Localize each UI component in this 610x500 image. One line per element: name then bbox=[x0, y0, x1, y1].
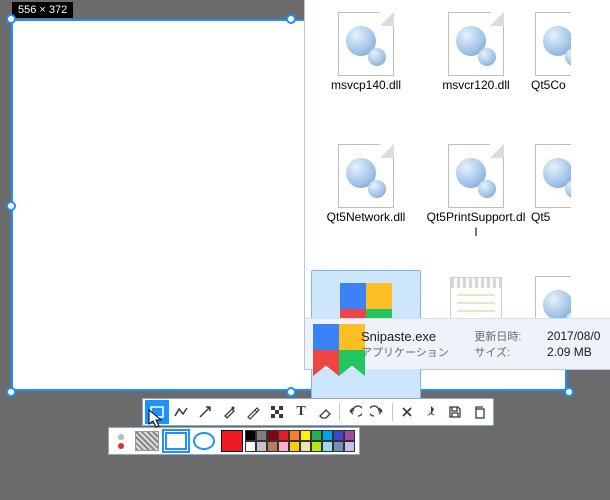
status-date-value: 2017/08/0 bbox=[547, 329, 610, 343]
status-filename: Snipaste.exe bbox=[361, 329, 458, 344]
file-label: Qt5PrintSupport.dll bbox=[426, 210, 526, 240]
palette-swatch[interactable] bbox=[278, 441, 289, 452]
file-icon bbox=[334, 12, 398, 76]
color-palette bbox=[221, 430, 355, 452]
file-item[interactable]: Qt5 bbox=[531, 138, 571, 270]
file-item[interactable]: msvcr120.dll bbox=[421, 6, 531, 138]
palette-swatch[interactable] bbox=[322, 441, 333, 452]
tool-mosaic[interactable] bbox=[265, 400, 289, 424]
explorer-window: msvcp140.dll msvcr120.dll Qt5Co Qt5Network.… bbox=[304, 0, 610, 370]
file-label: Qt5 bbox=[531, 210, 550, 225]
palette-swatch[interactable] bbox=[256, 430, 267, 441]
cancel-button[interactable] bbox=[395, 400, 419, 424]
style-toolbar bbox=[108, 427, 360, 455]
status-bar: Snipaste.exe アプリケーション 更新日時: サイズ: 2017/08… bbox=[305, 318, 610, 369]
palette-swatch[interactable] bbox=[267, 430, 278, 441]
tool-arrow[interactable] bbox=[193, 400, 217, 424]
separator bbox=[339, 403, 340, 421]
palette-swatch[interactable] bbox=[278, 430, 289, 441]
undo-button[interactable] bbox=[342, 400, 366, 424]
palette-swatch[interactable] bbox=[300, 441, 311, 452]
shape-ellipse[interactable] bbox=[193, 432, 215, 450]
tool-color-picker[interactable] bbox=[217, 400, 241, 424]
palette-swatch[interactable] bbox=[311, 430, 322, 441]
resize-handle[interactable] bbox=[6, 14, 16, 24]
file-item[interactable]: Qt5Co bbox=[531, 6, 571, 138]
tool-text[interactable]: T bbox=[289, 400, 313, 424]
file-icon bbox=[444, 144, 508, 208]
file-icon bbox=[531, 12, 571, 76]
resize-handle[interactable] bbox=[286, 14, 296, 24]
annotation-toolbar: T bbox=[142, 398, 494, 426]
palette-swatch[interactable] bbox=[267, 441, 278, 452]
file-label: msvcr120.dll bbox=[442, 78, 509, 93]
app-icon bbox=[313, 324, 353, 364]
status-date-label: 更新日時: bbox=[474, 328, 531, 344]
palette-swatch[interactable] bbox=[333, 430, 344, 441]
shape-rectangle[interactable] bbox=[165, 432, 187, 450]
tool-pen[interactable] bbox=[241, 400, 265, 424]
redo-button[interactable] bbox=[366, 400, 390, 424]
separator bbox=[392, 403, 393, 421]
status-size-label: サイズ: bbox=[474, 344, 531, 360]
copy-button[interactable] bbox=[467, 400, 491, 424]
palette-swatch[interactable] bbox=[322, 430, 333, 441]
selection-dimensions: 556 × 372 bbox=[12, 2, 73, 18]
palette-swatch[interactable] bbox=[311, 441, 322, 452]
status-size-value: 2.09 MB bbox=[547, 345, 610, 359]
file-label: Qt5Network.dll bbox=[327, 210, 406, 225]
resize-handle[interactable] bbox=[6, 387, 16, 397]
palette-swatch[interactable] bbox=[256, 441, 267, 452]
palette-swatch[interactable] bbox=[300, 430, 311, 441]
file-icon bbox=[334, 144, 398, 208]
file-grid: msvcp140.dll msvcr120.dll Qt5Co Qt5Network.… bbox=[305, 0, 610, 319]
palette-swatch[interactable] bbox=[245, 430, 256, 441]
save-button[interactable] bbox=[443, 400, 467, 424]
palette-swatch[interactable] bbox=[333, 441, 344, 452]
palette-swatch[interactable] bbox=[289, 441, 300, 452]
file-item[interactable]: Qt5Network.dll bbox=[311, 138, 421, 270]
palette-swatch[interactable] bbox=[245, 441, 256, 452]
status-filetype: アプリケーション bbox=[361, 344, 458, 360]
file-item[interactable]: msvcp140.dll bbox=[311, 6, 421, 138]
current-color[interactable] bbox=[221, 430, 243, 452]
file-icon bbox=[531, 144, 571, 208]
pin-button[interactable] bbox=[419, 400, 443, 424]
file-item[interactable]: Qt5PrintSupport.dll bbox=[421, 138, 531, 270]
tool-eraser[interactable] bbox=[313, 400, 337, 424]
palette-swatch[interactable] bbox=[344, 441, 355, 452]
resize-handle[interactable] bbox=[286, 387, 296, 397]
file-label: msvcp140.dll bbox=[331, 78, 401, 93]
thickness-picker[interactable] bbox=[113, 434, 129, 449]
tool-rectangle[interactable] bbox=[145, 400, 169, 424]
fill-pattern[interactable] bbox=[135, 431, 159, 451]
file-label: Qt5Co bbox=[531, 78, 566, 93]
file-icon bbox=[444, 12, 508, 76]
palette-swatch[interactable] bbox=[289, 430, 300, 441]
palette-swatch[interactable] bbox=[344, 430, 355, 441]
resize-handle[interactable] bbox=[6, 201, 16, 211]
tool-polyline[interactable] bbox=[169, 400, 193, 424]
